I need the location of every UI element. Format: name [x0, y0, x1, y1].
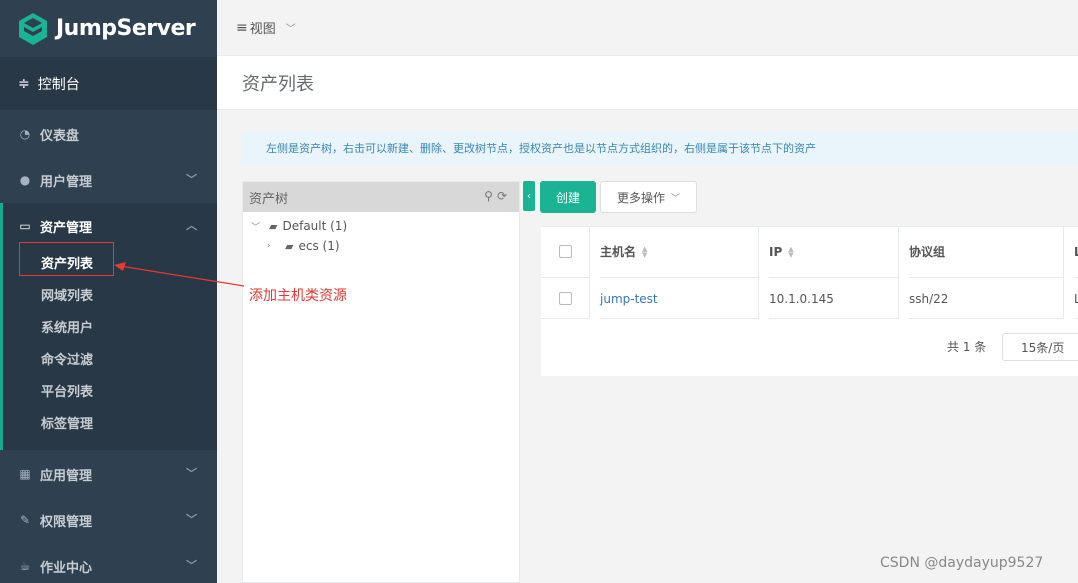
submenu-command-filter[interactable]: 命令过滤 — [41, 342, 201, 374]
annotation-text: 添加主机类资源 — [249, 288, 347, 304]
menu-icon: ≡ — [236, 19, 248, 36]
more-actions-button[interactable]: 更多操作 ﹀ — [600, 181, 697, 213]
hostname-link[interactable]: jump-test — [600, 292, 658, 306]
sort-icon[interactable]: ▲ ▼ — [642, 245, 647, 258]
collapse-tree-button[interactable]: ‹ — [523, 181, 535, 211]
sliders-icon: ≑ — [18, 75, 30, 92]
grid-icon: ▦ — [19, 467, 31, 481]
pager-total: 共 1 条 — [947, 340, 987, 354]
tree-node-ecs[interactable]: › ▰ ecs (1) — [267, 239, 340, 253]
sidebar-item-dashboard[interactable]: ◔ 仪表盘 — [0, 111, 217, 157]
sidebar-item-label: 权限管理 — [40, 514, 93, 530]
chevron-down-icon: ﹀ — [186, 467, 197, 480]
watermark: CSDN @daydayup9527 — [880, 555, 1044, 571]
table-cell-extra: L — [1074, 279, 1078, 319]
coffee-icon: ☕ — [19, 559, 31, 573]
sort-icon[interactable]: ▲ ▼ — [788, 245, 793, 258]
tree-search-bar[interactable]: 资产树 ⚲⟳ — [243, 182, 519, 212]
inbox-icon: ▭ — [19, 219, 31, 233]
logo[interactable]: JumpServer — [0, 0, 217, 57]
column-header-extra: L — [1074, 226, 1078, 278]
asset-table: 主机名 ▲▼ IP ▲▼ 协议组 L jump-test 10.1.0.145 … — [541, 226, 1078, 376]
sidebar: JumpServer ≑ 控制台 ◔ 仪表盘 ● 用户管理 ﹀ ▭ 资产管理 ︿… — [0, 0, 217, 583]
chevron-down-icon: ﹀ — [671, 193, 681, 204]
console-label: 控制台 — [37, 76, 80, 93]
console-switch[interactable]: ≑ 控制台 — [0, 57, 217, 110]
table-cell-hostname[interactable]: jump-test — [600, 279, 758, 319]
folder-open-icon: ▰ — [269, 219, 278, 233]
refresh-icon[interactable]: ⟳ — [497, 189, 511, 203]
page-size-select[interactable]: 15条/页 — [1002, 333, 1078, 361]
info-alert: 左侧是资产树，右击可以新建、删除、更改树节点，授权资产也是以节点方式组织的，右侧… — [242, 131, 1078, 165]
submenu-platform-list[interactable]: 平台列表 — [41, 374, 201, 406]
sidebar-item-label: 用户管理 — [40, 174, 93, 190]
more-actions-label: 更多操作 — [616, 190, 665, 205]
chevron-down-icon: ﹀ — [186, 513, 197, 526]
brand-name: JumpServer — [56, 16, 196, 41]
chevron-left-icon: ‹ — [527, 190, 531, 202]
page-title: 资产列表 — [242, 73, 314, 95]
chevron-down-icon: ﹀ — [285, 24, 296, 35]
table-cell-ip: 10.1.0.145 — [769, 279, 898, 319]
tree-title: 资产树 — [249, 191, 289, 207]
select-all-cell — [541, 226, 589, 278]
tree-node-label: ecs (1) — [298, 239, 340, 253]
sidebar-item-label: 作业中心 — [40, 560, 93, 576]
column-header-ip[interactable]: IP ▲ ▼ — [769, 226, 898, 278]
folder-icon: ▰ — [285, 239, 294, 253]
create-button[interactable]: 创建 — [540, 181, 596, 213]
asset-tree-panel: 资产树 ⚲⟳ ﹀ ▰ Default (1) › ▰ ecs (1) — [242, 181, 520, 583]
column-header-protocols: 协议组 — [909, 226, 1063, 278]
edit-icon: ✎ — [19, 513, 31, 527]
select-all-checkbox[interactable] — [558, 245, 572, 258]
caret-down-icon[interactable]: ﹀ — [251, 220, 263, 233]
annotation-arrow — [114, 262, 245, 287]
column-header-hostname[interactable]: 主机名 ▲ ▼ — [600, 226, 758, 278]
jumpserver-logo-icon — [19, 12, 47, 45]
sidebar-item-label: 仪表盘 — [40, 128, 80, 144]
users-icon: ● — [19, 173, 31, 187]
sidebar-item-jobs[interactable]: ☕ 作业中心 ﹀ — [0, 543, 217, 583]
annotation-highlight-box — [19, 242, 114, 276]
view-label: 视图 — [249, 22, 276, 37]
caret-right-icon[interactable]: › — [267, 241, 279, 251]
sidebar-item-label: 资产管理 — [40, 220, 93, 236]
sidebar-item-permissions[interactable]: ✎ 权限管理 ﹀ — [0, 497, 217, 543]
chevron-down-icon: ﹀ — [186, 173, 197, 186]
submenu-system-users[interactable]: 系统用户 — [41, 310, 201, 342]
row-checkbox[interactable] — [558, 292, 572, 305]
page-header: 资产列表 — [217, 56, 1078, 110]
sidebar-item-users[interactable]: ● 用户管理 ﹀ — [0, 157, 217, 203]
table-cell-protocols: ssh/22 — [909, 279, 1063, 319]
sidebar-item-applications[interactable]: ▦ 应用管理 ﹀ — [0, 451, 217, 497]
tree-node-default[interactable]: ﹀ ▰ Default (1) — [251, 219, 347, 233]
top-bar: ≡ 视图 ﹀ — [217, 0, 1078, 56]
tree-node-label: Default (1) — [282, 219, 348, 233]
submenu-label-management[interactable]: 标签管理 — [41, 406, 201, 438]
sidebar-item-label: 应用管理 — [40, 468, 93, 484]
dashboard-icon: ◔ — [19, 127, 31, 141]
chevron-down-icon: ﹀ — [186, 559, 197, 572]
view-menu-button[interactable]: ≡ 视图 ﹀ — [236, 18, 296, 38]
row-select-cell — [541, 279, 589, 319]
chevron-up-icon: ︿ — [186, 219, 197, 232]
search-icon[interactable]: ⚲ — [484, 189, 497, 203]
